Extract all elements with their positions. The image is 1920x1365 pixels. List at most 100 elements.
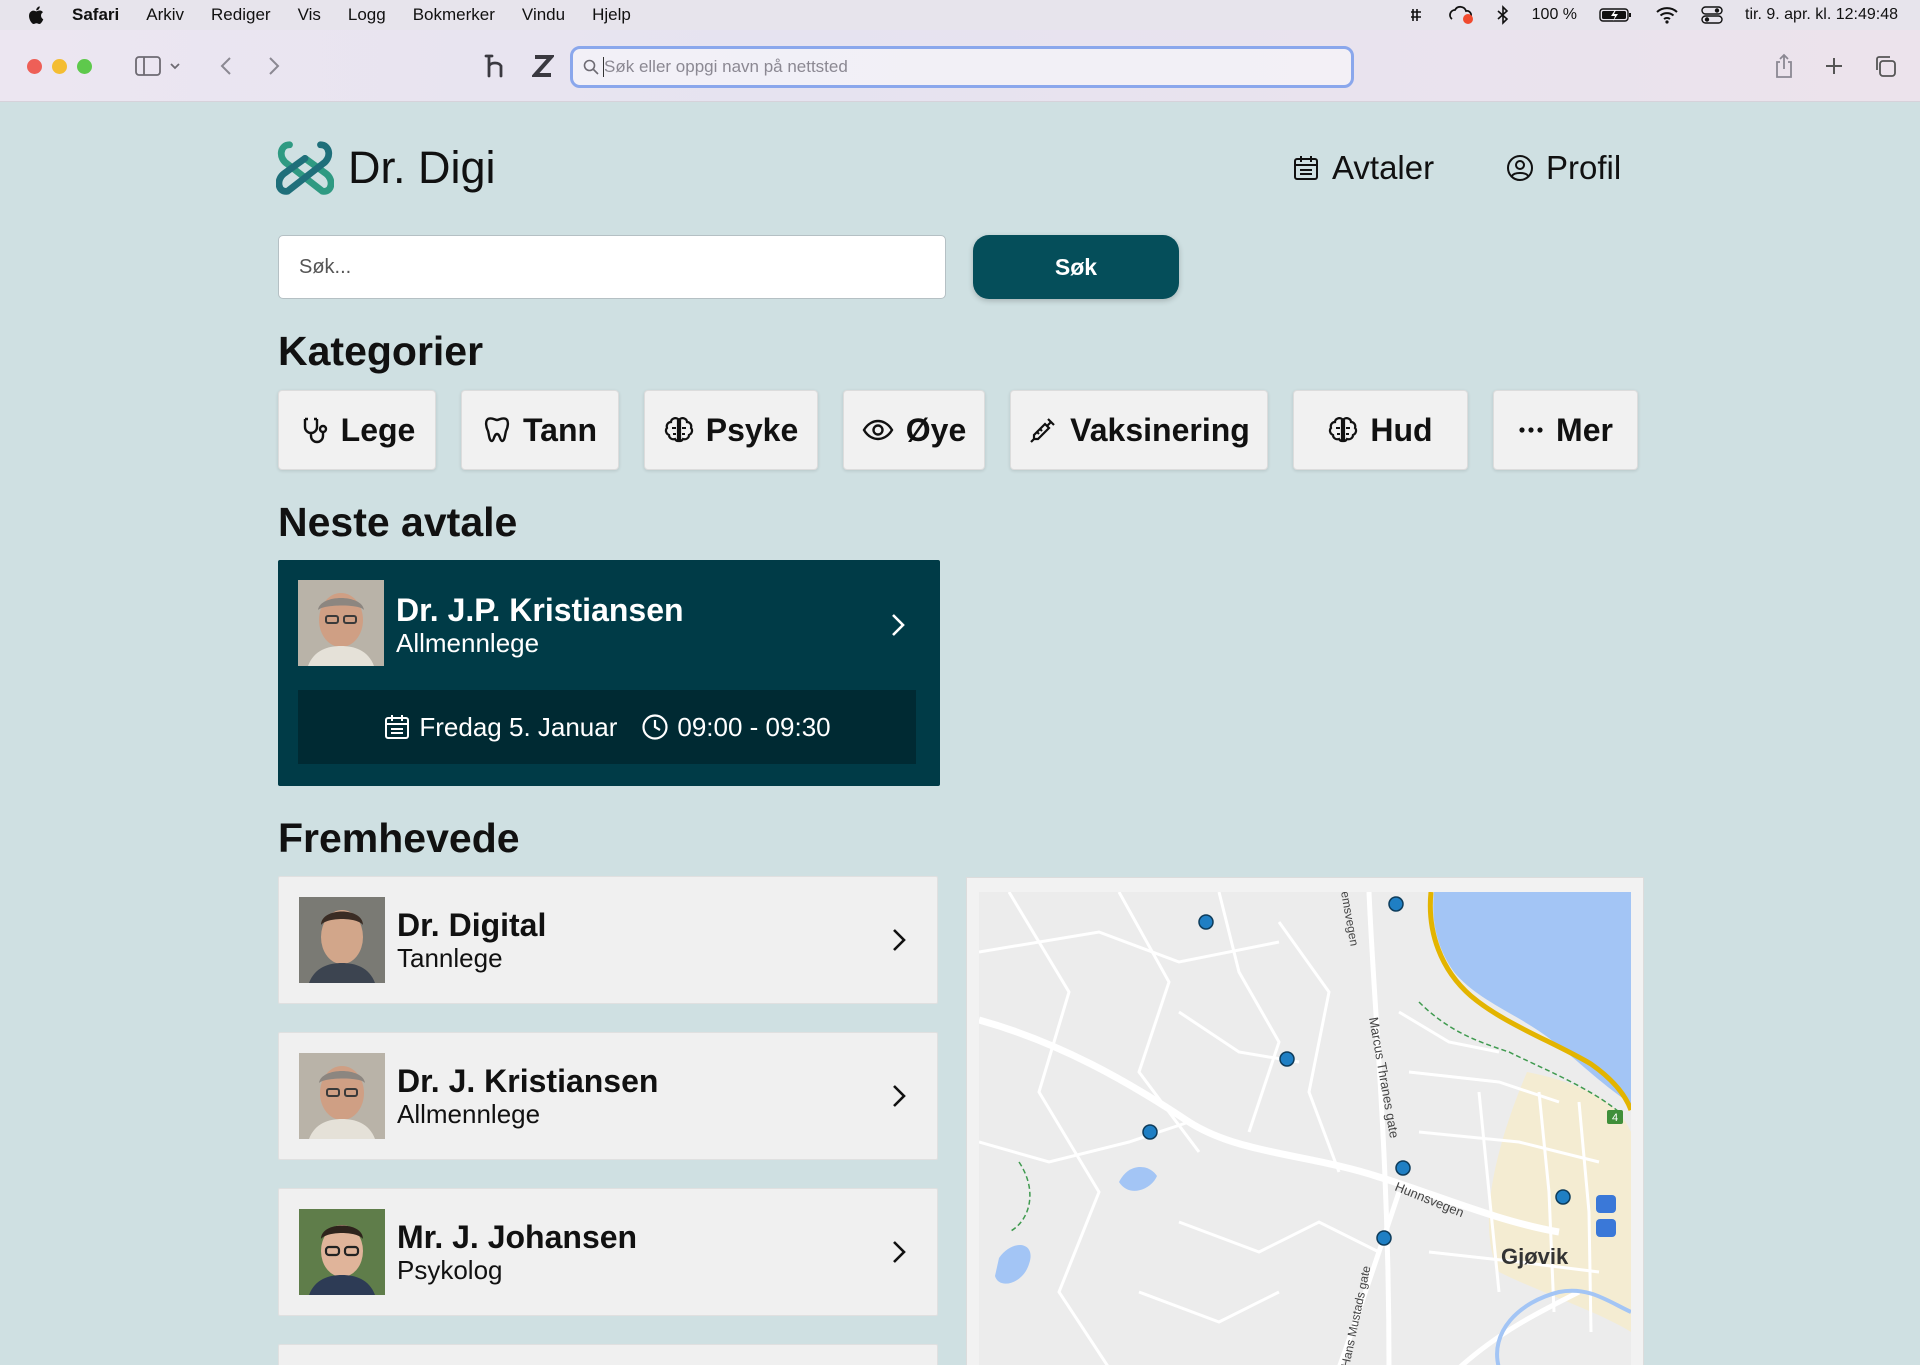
avatar — [299, 1209, 385, 1295]
map-marker — [1198, 914, 1214, 930]
map-panel: 4 Marcus Thranes gate Hunnsvegen Hans Mu… — [966, 877, 1644, 1365]
featured-card-dr-j-kristiansen[interactable]: Dr. J. Kristiansen Allmennlege — [278, 1032, 938, 1160]
featured-heading: Fremhevede — [278, 815, 520, 861]
route-badge-text: 4 — [1612, 1112, 1618, 1124]
chevron-right-icon — [893, 1241, 906, 1263]
shortcut-icon[interactable] — [1408, 6, 1426, 24]
category-tann[interactable]: Tann — [461, 390, 619, 470]
extension-h-button[interactable] — [480, 50, 510, 82]
map-marker — [1279, 1051, 1295, 1067]
minimize-window-button[interactable] — [52, 59, 67, 74]
chevron-right-icon — [893, 1085, 906, 1107]
user-circle-icon — [1507, 155, 1533, 181]
battery-percent: 100 % — [1531, 6, 1578, 23]
category-lege[interactable]: Lege — [278, 390, 436, 470]
logo-text: Dr. Digi — [348, 142, 496, 193]
creative-cloud-icon[interactable] — [1448, 5, 1474, 25]
doctor-name: Dr. J.P. Kristiansen — [396, 592, 684, 628]
category-mer[interactable]: Mer — [1493, 390, 1638, 470]
map-marker — [1388, 896, 1404, 912]
category-vaksinering[interactable]: Vaksinering — [1010, 390, 1268, 470]
site-logo[interactable]: Dr. Digi — [276, 139, 496, 197]
control-center-icon[interactable] — [1701, 6, 1723, 24]
back-button[interactable] — [214, 50, 238, 82]
map-marker — [1142, 1124, 1158, 1140]
new-tab-button[interactable] — [1822, 50, 1846, 82]
brain-icon — [664, 417, 693, 443]
nav-profile-label: Profil — [1546, 149, 1622, 186]
more-icon — [1519, 427, 1543, 433]
category-hud[interactable]: Hud — [1293, 390, 1468, 470]
map-marker — [1555, 1189, 1571, 1205]
menu-hjelp[interactable]: Hjelp — [592, 5, 631, 25]
map[interactable]: 4 Marcus Thranes gate Hunnsvegen Hans Mu… — [979, 892, 1631, 1365]
bus-stop-icon — [1596, 1195, 1616, 1213]
sidebar-toggle-button[interactable] — [128, 50, 188, 82]
menu-bokmerker[interactable]: Bokmerker — [413, 5, 495, 25]
avatar — [299, 897, 385, 983]
featured-card-mr-j-johansen[interactable]: Mr. J. Johansen Psykolog — [278, 1188, 938, 1316]
extension-z-icon — [532, 55, 554, 77]
category-label: Øye — [905, 411, 967, 448]
share-icon — [1776, 53, 1792, 78]
doctor-photo-icon — [299, 897, 385, 983]
map-canvas[interactable]: 4 Marcus Thranes gate Hunnsvegen Hans Mu… — [979, 892, 1631, 1365]
category-label: Psyke — [705, 411, 799, 448]
doctor-name: Dr. J. Kristiansen — [397, 1063, 659, 1099]
search-icon — [583, 59, 599, 75]
close-window-button[interactable] — [27, 59, 42, 74]
doctor-role: Psykolog — [397, 1255, 503, 1285]
search-button[interactable]: Søk — [973, 235, 1179, 299]
extension-z-button[interactable] — [528, 50, 558, 82]
nav-appointments-label: Avtaler — [1332, 149, 1435, 186]
category-label: Tann — [522, 411, 598, 448]
extension-h-icon — [484, 54, 503, 78]
category-label: Lege — [340, 411, 416, 448]
battery-icon[interactable] — [1599, 7, 1633, 23]
chevron-left-icon — [220, 57, 231, 75]
doctor-photo-icon — [299, 1053, 385, 1139]
bluetooth-icon[interactable] — [1496, 5, 1510, 25]
category-psyke[interactable]: Psyke — [644, 390, 818, 470]
calendar-icon — [1294, 156, 1318, 180]
appointment-time-text: 09:00 - 09:30 — [677, 711, 831, 742]
forward-button[interactable] — [262, 50, 286, 82]
category-label: Vaksinering — [1070, 411, 1250, 448]
safari-toolbar: Søk eller oppgi navn på nettsted — [0, 30, 1920, 102]
address-bar[interactable]: Søk eller oppgi navn på nettsted — [570, 46, 1354, 88]
calendar-icon — [385, 715, 410, 739]
category-label: Mer — [1556, 411, 1613, 448]
nav-appointments[interactable]: Avtaler — [1292, 149, 1434, 187]
category-oye[interactable]: Øye — [843, 390, 985, 470]
menu-arkiv[interactable]: Arkiv — [146, 5, 184, 25]
category-label: Hud — [1370, 411, 1433, 448]
doctor-name: Dr. Digital — [397, 907, 547, 943]
appointment-time: 09:00 - 09:30 — [641, 711, 831, 743]
appointment-date-text: Fredag 5. Januar — [419, 711, 618, 742]
featured-card-partial[interactable] — [278, 1344, 938, 1365]
tabs-overview-icon — [1876, 56, 1896, 77]
menu-vis[interactable]: Vis — [298, 5, 321, 25]
search-input[interactable]: Søk... — [278, 235, 946, 299]
menu-logg[interactable]: Logg — [348, 5, 386, 25]
eye-icon — [862, 419, 894, 441]
wifi-icon[interactable] — [1655, 6, 1679, 24]
skin-icon — [1329, 417, 1358, 443]
apple-icon[interactable] — [26, 4, 48, 26]
menu-vindu[interactable]: Vindu — [522, 5, 565, 25]
featured-card-dr-digital[interactable]: Dr. Digital Tannlege — [278, 876, 938, 1004]
next-appointment-heading: Neste avtale — [278, 499, 518, 545]
chevron-right-icon — [892, 614, 905, 636]
categories-heading: Kategorier — [278, 328, 484, 374]
appointment-datetime: Fredag 5. Januar 09:00 - 09:30 — [298, 690, 916, 764]
tab-overview-button[interactable] — [1872, 50, 1898, 82]
next-appointment-card[interactable]: Dr. J.P. Kristiansen Allmennlege Fredag … — [278, 560, 940, 786]
menu-rediger[interactable]: Rediger — [211, 5, 271, 25]
status-area: 100 % tir. 9. apr. kl. 12:49:48 — [1408, 0, 1898, 30]
map-marker — [1395, 1160, 1411, 1176]
menu-safari[interactable]: Safari — [72, 5, 119, 25]
share-button[interactable] — [1772, 50, 1796, 82]
plus-icon — [1826, 58, 1842, 74]
nav-profile[interactable]: Profil — [1506, 149, 1621, 187]
zoom-window-button[interactable] — [77, 59, 92, 74]
